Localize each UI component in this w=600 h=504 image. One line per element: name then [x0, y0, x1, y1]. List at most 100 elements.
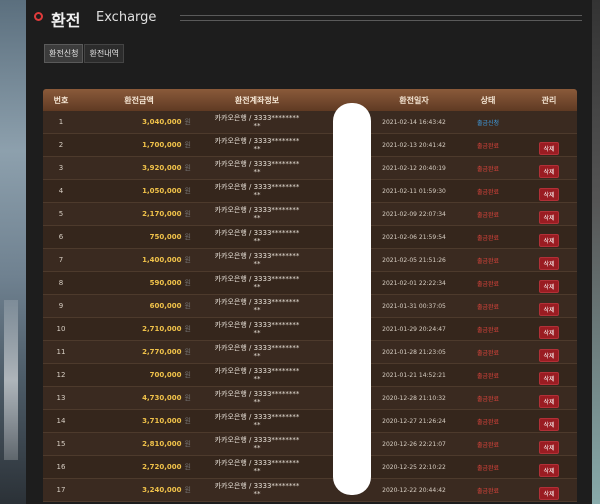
table-row: 9 600,000 원 카카오은행 / 3333******** ** 2021-01-3…: [43, 295, 577, 318]
title-bullet-icon: [34, 12, 43, 21]
row-account: 카카오은행 / 3333******** **: [214, 390, 300, 406]
row-date: 2021-01-31 00:37:05: [382, 302, 446, 310]
row-date: 2021-02-13 20:41:42: [382, 141, 446, 149]
delete-button[interactable]: 삭제: [539, 371, 559, 385]
delete-button[interactable]: 삭제: [539, 394, 559, 408]
row-amount: 3,920,000 원: [142, 164, 191, 172]
row-amount: 4,730,000 원: [142, 394, 191, 402]
col-header-manage: 관리: [541, 95, 557, 105]
row-status: 출금완료: [476, 234, 500, 242]
amount-unit: 원: [184, 486, 191, 494]
row-date: 2020-12-28 21:10:32: [382, 394, 446, 402]
row-manage: 삭제: [521, 251, 577, 270]
row-account: 카카오은행 / 3333******** **: [214, 206, 300, 222]
row-account: 카카오은행 / 3333******** **: [214, 367, 300, 383]
background-image-right: [592, 0, 600, 504]
delete-button[interactable]: 삭제: [539, 279, 559, 293]
amount-unit: 원: [184, 348, 191, 356]
row-status: 출금신청: [476, 119, 500, 127]
row-manage: 삭제: [521, 274, 577, 293]
row-manage: 삭제: [521, 389, 577, 408]
delete-button[interactable]: 삭제: [539, 302, 559, 316]
delete-button[interactable]: 삭제: [539, 256, 559, 270]
row-account: 카카오은행 / 3333******** **: [214, 344, 300, 360]
row-number: 6: [58, 233, 64, 241]
row-date: 2020-12-26 22:21:07: [382, 440, 446, 448]
row-status: 출금완료: [476, 142, 500, 150]
row-date: 2021-02-06 21:59:54: [382, 233, 446, 241]
amount-unit: 원: [184, 279, 191, 287]
row-account: 카카오은행 / 3333******** **: [214, 459, 300, 475]
row-amount: 2,170,000 원: [142, 210, 191, 218]
tab-exchange-request[interactable]: 환전신청: [44, 44, 84, 63]
delete-button[interactable]: 삭제: [539, 210, 559, 224]
row-account: 카카오은행 / 3333******** **: [214, 252, 300, 268]
row-manage: 삭제: [521, 481, 577, 500]
delete-button[interactable]: 삭제: [539, 417, 559, 431]
col-header-amount: 환전금액: [124, 95, 154, 105]
amount-unit: 원: [184, 118, 191, 126]
row-status: 출금완료: [476, 441, 500, 449]
delete-button[interactable]: 삭제: [539, 141, 559, 155]
page-header: 환전 Excharge: [34, 8, 582, 30]
row-account: 카카오은행 / 3333******** **: [214, 114, 300, 130]
row-number: 5: [58, 210, 64, 218]
row-manage: 삭제: [521, 458, 577, 477]
row-number: 12: [56, 371, 66, 379]
delete-button[interactable]: 삭제: [539, 440, 559, 454]
row-date: 2021-01-29 20:24:47: [382, 325, 446, 333]
col-header-date: 환전일자: [399, 95, 429, 105]
delete-button[interactable]: 삭제: [539, 233, 559, 247]
tab-exchange-history[interactable]: 환전내역: [84, 44, 124, 63]
delete-button[interactable]: 삭제: [539, 325, 559, 339]
row-number: 7: [58, 256, 64, 264]
row-status: 출금완료: [476, 349, 500, 357]
table-row: 3 3,920,000 원 카카오은행 / 3333******** ** 2021-02…: [43, 157, 577, 180]
row-status: 출금완료: [476, 395, 500, 403]
table-row: 10 2,710,000 원 카카오은행 / 3333******** ** 2021-0…: [43, 318, 577, 341]
row-date: 2021-02-12 20:40:19: [382, 164, 446, 172]
table-header: 번호 환전금액 환전계좌정보 환전일자 상태 관리: [43, 89, 577, 111]
row-account: 카카오은행 / 3333******** **: [214, 275, 300, 291]
amount-unit: 원: [184, 371, 191, 379]
delete-button[interactable]: 삭제: [539, 348, 559, 362]
amount-unit: 원: [184, 325, 191, 333]
tab-bar: 환전신청 환전내역: [44, 41, 125, 63]
row-number: 15: [56, 440, 66, 448]
delete-button[interactable]: 삭제: [539, 187, 559, 201]
row-amount: 2,770,000 원: [142, 348, 191, 356]
exchange-panel: 환전 Excharge 환전신청 환전내역 번호 환전금액 환전계좌정보 환전일자…: [26, 0, 592, 504]
delete-button[interactable]: 삭제: [539, 486, 559, 500]
row-account: 카카오은행 / 3333******** **: [214, 436, 300, 452]
table-row: 12 700,000 원 카카오은행 / 3333******** ** 2021-01-…: [43, 364, 577, 387]
row-manage: 삭제: [521, 159, 577, 178]
row-number: 9: [58, 302, 64, 310]
table-row: 2 1,700,000 원 카카오은행 / 3333******** ** 2021-02…: [43, 134, 577, 157]
page-title: 환전: [51, 11, 81, 30]
row-amount: 3,240,000 원: [142, 486, 191, 494]
background-image-left: [0, 0, 26, 504]
row-amount: 750,000 원: [149, 233, 191, 241]
row-status: 출금완료: [476, 372, 500, 380]
row-number: 11: [56, 348, 66, 356]
amount-unit: 원: [184, 187, 191, 195]
row-number: 8: [58, 279, 64, 287]
col-header-no: 번호: [53, 95, 69, 105]
row-number: 14: [56, 417, 66, 425]
amount-unit: 원: [184, 463, 191, 471]
row-account: 카카오은행 / 3333******** **: [214, 229, 300, 245]
row-number: 2: [58, 141, 64, 149]
row-status: 출금완료: [476, 188, 500, 196]
row-status: 출금완료: [476, 280, 500, 288]
row-account: 카카오은행 / 3333******** **: [214, 321, 300, 337]
table-row: 16 2,720,000 원 카카오은행 / 3333******** ** 2020-1…: [43, 456, 577, 479]
row-number: 16: [56, 463, 66, 471]
amount-unit: 원: [184, 302, 191, 310]
delete-button[interactable]: 삭제: [539, 463, 559, 477]
delete-button[interactable]: 삭제: [539, 164, 559, 178]
title-divider: [180, 15, 582, 21]
row-manage: 삭제: [521, 136, 577, 155]
page-subtitle: Excharge: [96, 10, 157, 25]
table-row: 13 4,730,000 원 카카오은행 / 3333******** ** 2020-1…: [43, 387, 577, 410]
table-row: 1 3,040,000 원 카카오은행 / 3333******** ** 2021-02…: [43, 111, 577, 134]
